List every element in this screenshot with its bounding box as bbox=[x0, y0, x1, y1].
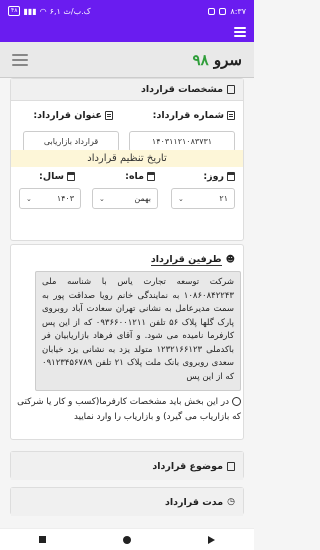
home-button[interactable] bbox=[122, 535, 131, 544]
date-banner: تاریخ تنظیم قرارداد bbox=[11, 150, 243, 167]
app-notification-icon bbox=[219, 7, 227, 15]
parties-card: ☻ طرفین قرارداد شرکت توسعه تجارت یاس با … bbox=[10, 244, 244, 440]
brand-logo[interactable]: سرو ۹۸ bbox=[193, 51, 242, 69]
chevron-down-icon: ⌄ bbox=[26, 194, 32, 203]
recents-button[interactable] bbox=[38, 536, 46, 543]
book-icon bbox=[227, 461, 235, 471]
contract-title-input[interactable]: قرارداد بازاریابی bbox=[23, 131, 119, 152]
year-select[interactable]: ۱۴۰۳ ⌄ bbox=[19, 188, 81, 209]
chevron-down-icon: ⌄ bbox=[99, 194, 105, 203]
duration-header[interactable]: ◷ مدت قرارداد bbox=[11, 488, 243, 516]
radio-icon[interactable] bbox=[232, 397, 241, 406]
list-icon bbox=[105, 111, 113, 120]
day-select[interactable]: ۲۱ ⌄ bbox=[171, 188, 235, 209]
users-icon: ☻ bbox=[225, 255, 235, 265]
signal-icon: ▮▮▮ bbox=[23, 6, 37, 16]
notification-icon bbox=[208, 7, 216, 15]
subject-header[interactable]: موضوع قرارداد bbox=[11, 452, 243, 480]
parties-textarea[interactable]: شرکت توسعه تجارت یاس با شناسه ملی ۱۰۸۶۰۸… bbox=[35, 271, 241, 391]
contract-number-input[interactable]: ۱۴۰۳۱۱۲۱۰۸۳۷۳۱ bbox=[129, 131, 235, 152]
system-nav-bar bbox=[0, 528, 254, 550]
month-label: ماه: bbox=[125, 171, 155, 182]
contract-details-card: مشخصات قرارداد شماره قرارداد: عنوان قرار… bbox=[10, 78, 244, 241]
brand-name: سرو bbox=[213, 50, 242, 69]
back-button[interactable] bbox=[208, 535, 216, 544]
brand-number: ۹۸ bbox=[192, 50, 209, 69]
app-top-bar bbox=[0, 22, 254, 42]
book-icon bbox=[227, 85, 235, 94]
calendar-check-icon bbox=[67, 172, 75, 181]
network-speed: ۶,۱ ک.ب/ث bbox=[49, 6, 91, 16]
parties-header[interactable]: ☻ طرفین قرارداد bbox=[11, 249, 243, 271]
duration-card[interactable]: ◷ مدت قرارداد bbox=[10, 487, 244, 516]
app-menu-icon[interactable] bbox=[234, 27, 246, 37]
status-bar: ۴۸ ▮▮▮ ◠ ۶,۱ ک.ب/ث ۸:۳۷ bbox=[0, 0, 254, 22]
contract-number-label: شماره قرارداد: bbox=[153, 110, 235, 121]
subject-card[interactable]: موضوع قرارداد bbox=[10, 451, 244, 480]
clock-icon: ◷ bbox=[227, 497, 235, 507]
parties-note: در این بخش باید مشخصات کارفرما(کسب و کار… bbox=[17, 397, 241, 422]
calendar-icon bbox=[227, 172, 235, 181]
day-label: روز: bbox=[203, 171, 235, 182]
year-label: سال: bbox=[39, 171, 75, 182]
calendar-check-icon bbox=[147, 172, 155, 181]
clock: ۸:۳۷ bbox=[230, 6, 246, 16]
contract-title-label: عنوان قرارداد: bbox=[33, 110, 113, 121]
wifi-icon: ◠ bbox=[39, 6, 47, 16]
site-header: سرو ۹۸ bbox=[0, 42, 254, 78]
chevron-down-icon: ⌄ bbox=[178, 194, 184, 203]
month-select[interactable]: بهمن ⌄ bbox=[92, 188, 158, 209]
battery-icon: ۴۸ bbox=[8, 6, 21, 16]
hamburger-menu-icon[interactable] bbox=[12, 53, 28, 66]
list-icon bbox=[227, 111, 235, 120]
contract-details-header[interactable]: مشخصات قرارداد bbox=[11, 79, 243, 101]
